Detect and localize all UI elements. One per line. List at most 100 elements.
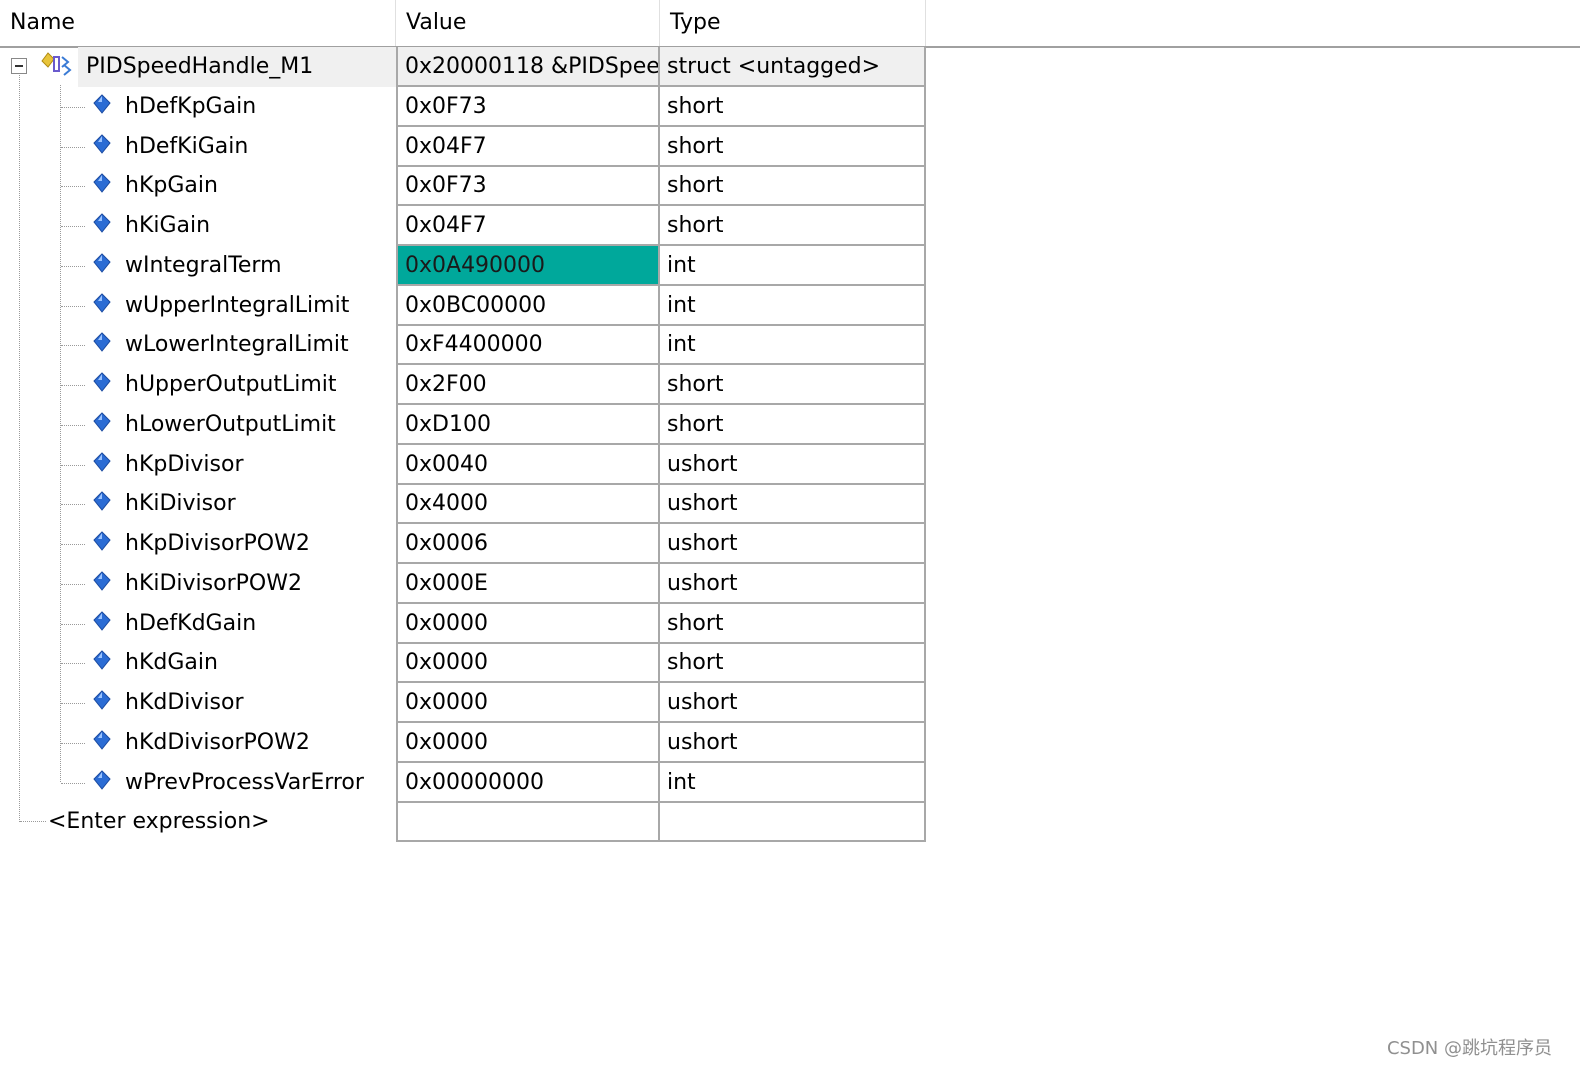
tree-line-member-horizontal: [61, 504, 85, 505]
member-row[interactable]: hDefKiGain 0x04F7 short: [0, 127, 930, 167]
member-name-cell: hUpperOutputLimit: [0, 365, 396, 405]
tree-line-member-horizontal: [61, 584, 85, 585]
member-type-cell: short: [660, 166, 926, 206]
member-name: wPrevProcessVarError: [125, 770, 364, 795]
member-type-cell: short: [660, 604, 926, 644]
member-name: hKiDivisor: [125, 491, 236, 516]
member-row[interactable]: hKiDivisor 0x4000 ushort: [0, 484, 930, 524]
member-type-cell: ushort: [660, 683, 926, 723]
member-name-cell: hKpDivisor: [0, 445, 396, 485]
member-value-cell[interactable]: 0x0BC00000: [396, 286, 660, 326]
member-value-cell[interactable]: 0x000E: [396, 564, 660, 604]
diamond-member-icon: [93, 571, 111, 591]
tree-line-member-horizontal: [61, 663, 85, 664]
member-type-cell: ushort: [660, 445, 926, 485]
member-name-cell: hDefKpGain: [0, 87, 396, 127]
member-row[interactable]: wUpperIntegralLimit 0x0BC00000 int: [0, 286, 930, 326]
tree-line-member-horizontal: [61, 186, 85, 187]
root-name-cell: PIDSpeedHandle_M1: [0, 47, 396, 87]
member-name: hKpGain: [125, 173, 218, 198]
member-type-cell: short: [660, 405, 926, 445]
member-value-cell[interactable]: 0x0000: [396, 643, 660, 683]
tree-line-member-horizontal: [61, 425, 85, 426]
member-value-cell[interactable]: 0xF4400000: [396, 325, 660, 365]
member-value-cell[interactable]: 0x0000: [396, 604, 660, 644]
enter-expression-label[interactable]: <Enter expression>: [48, 802, 270, 842]
member-name: wUpperIntegralLimit: [125, 293, 350, 318]
watch-header: Name Value Type: [0, 0, 1580, 48]
member-row[interactable]: hKdDivisor 0x0000 ushort: [0, 683, 930, 723]
tree-line-member-horizontal: [61, 624, 85, 625]
member-row[interactable]: hKpDivisor 0x0040 ushort: [0, 445, 930, 485]
member-type-cell: int: [660, 763, 926, 803]
member-name: hUpperOutputLimit: [125, 372, 337, 397]
member-value-cell[interactable]: 0xD100: [396, 405, 660, 445]
member-type-cell: int: [660, 246, 926, 286]
diamond-member-icon: [93, 332, 111, 352]
member-row[interactable]: hKpDivisorPOW2 0x0006 ushort: [0, 524, 930, 564]
member-name-cell: hKdDivisorPOW2: [0, 723, 396, 763]
member-value-cell[interactable]: 0x04F7: [396, 127, 660, 167]
member-row[interactable]: hLowerOutputLimit 0xD100 short: [0, 405, 930, 445]
member-name-cell: hKiGain: [0, 206, 396, 246]
enter-expression-value-cell[interactable]: [396, 802, 660, 842]
tree-line-member-horizontal: [61, 306, 85, 307]
member-row[interactable]: hDefKpGain 0x0F73 short: [0, 87, 930, 127]
tree-line-member-horizontal: [61, 266, 85, 267]
column-header-type[interactable]: Type: [660, 0, 926, 46]
root-row[interactable]: PIDSpeedHandle_M1 0x20000118 &PIDSpee...…: [0, 47, 930, 87]
member-row[interactable]: hKpGain 0x0F73 short: [0, 166, 930, 206]
tree-line-member-horizontal: [61, 544, 85, 545]
diamond-member-icon: [93, 372, 111, 392]
tree-line-member-horizontal: [61, 107, 85, 108]
member-row[interactable]: hDefKdGain 0x0000 short: [0, 604, 930, 644]
struct-variable-icon: [41, 52, 72, 76]
member-value-cell[interactable]: 0x00000000: [396, 763, 660, 803]
member-type-cell: ushort: [660, 484, 926, 524]
member-value-cell[interactable]: 0x0A490000: [396, 246, 660, 286]
member-value-cell[interactable]: 0x4000: [396, 484, 660, 524]
member-name: hDefKpGain: [125, 94, 257, 119]
member-type-cell: int: [660, 325, 926, 365]
member-value-cell[interactable]: 0x0000: [396, 683, 660, 723]
member-type-cell: short: [660, 643, 926, 683]
member-name-cell: hLowerOutputLimit: [0, 405, 396, 445]
diamond-member-icon: [93, 491, 111, 511]
member-row[interactable]: hKiDivisorPOW2 0x000E ushort: [0, 564, 930, 604]
member-value-cell[interactable]: 0x0F73: [396, 166, 660, 206]
column-header-value[interactable]: Value: [396, 0, 660, 46]
member-row[interactable]: hKdDivisorPOW2 0x0000 ushort: [0, 723, 930, 763]
enter-expression-row[interactable]: <Enter expression>: [0, 802, 930, 842]
member-value-cell[interactable]: 0x0000: [396, 723, 660, 763]
member-type-cell: int: [660, 286, 926, 326]
member-type-cell: short: [660, 206, 926, 246]
member-name: hDefKdGain: [125, 611, 257, 636]
collapse-minus-icon[interactable]: [11, 58, 27, 74]
diamond-member-icon: [93, 531, 111, 551]
member-row[interactable]: wPrevProcessVarError 0x00000000 int: [0, 763, 930, 803]
diamond-member-icon: [93, 293, 111, 313]
member-row[interactable]: hKiGain 0x04F7 short: [0, 206, 930, 246]
member-value-cell[interactable]: 0x2F00: [396, 365, 660, 405]
member-name: hDefKiGain: [125, 134, 249, 159]
diamond-member-icon: [93, 650, 111, 670]
member-name-cell: hDefKdGain: [0, 604, 396, 644]
watermark: CSDN @跳坑程序员: [1386, 1038, 1552, 1059]
column-header-name[interactable]: Name: [0, 0, 396, 46]
member-row[interactable]: wLowerIntegralLimit 0xF4400000 int: [0, 325, 930, 365]
member-value-cell[interactable]: 0x0006: [396, 524, 660, 564]
member-name: hLowerOutputLimit: [125, 412, 336, 437]
member-value-cell[interactable]: 0x0040: [396, 445, 660, 485]
root-value-cell[interactable]: 0x20000118 &PIDSpee...: [396, 47, 660, 87]
member-name: hKiDivisorPOW2: [125, 571, 302, 596]
member-value-cell[interactable]: 0x04F7: [396, 206, 660, 246]
diamond-member-icon: [93, 253, 111, 273]
member-row[interactable]: hKdGain 0x0000 short: [0, 643, 930, 683]
diamond-member-icon: [93, 134, 111, 154]
member-type-cell: ushort: [660, 723, 926, 763]
member-row[interactable]: hUpperOutputLimit 0x2F00 short: [0, 365, 930, 405]
member-value-cell[interactable]: 0x0F73: [396, 87, 660, 127]
member-row[interactable]: wIntegralTerm 0x0A490000 int: [0, 246, 930, 286]
enter-expression-name-cell[interactable]: <Enter expression>: [0, 802, 396, 842]
member-name-cell: wLowerIntegralLimit: [0, 325, 396, 365]
